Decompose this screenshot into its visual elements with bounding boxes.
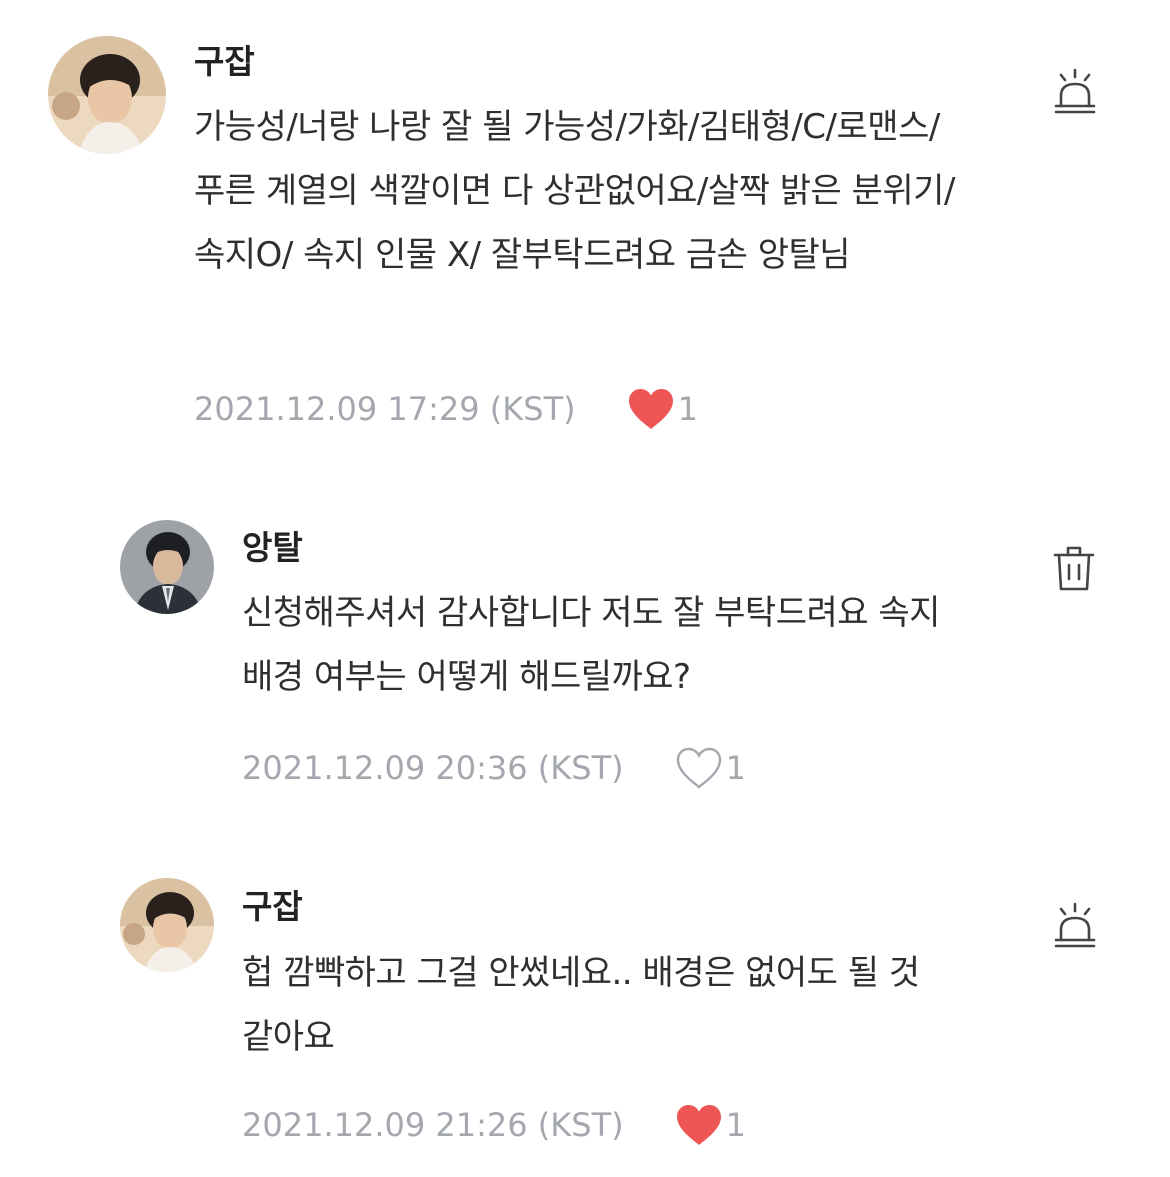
comment-reply-item: 앙탈 신청해주셔서 감사합니다 저도 잘 부탁드려요 속지 배경 여부는 어떻게… [0, 490, 1170, 810]
comment-reply-item: 구잡 헙 깜빡하고 그걸 안썼네요.. 배경은 없어도 될 것 같아요 2021… [0, 850, 1170, 1170]
comment-timestamp: 2021.12.09 21:26 (KST) [242, 1106, 624, 1144]
like-button[interactable]: 1 [674, 1103, 746, 1147]
like-count: 1 [725, 749, 746, 787]
comment-text: 신청해주셔서 감사합니다 저도 잘 부탁드려요 속지 배경 여부는 어떻게 해드… [242, 593, 940, 697]
siren-report-icon[interactable] [1052, 902, 1098, 950]
avatar[interactable] [120, 878, 214, 972]
like-count: 1 [677, 390, 698, 428]
heart-filled-icon [674, 1103, 724, 1147]
heart-filled-icon [626, 387, 676, 431]
comment-meta: 2021.12.09 17:29 (KST) 1 [194, 386, 698, 432]
comment-timestamp: 2021.12.09 20:36 (KST) [242, 749, 624, 787]
trash-icon[interactable] [1052, 544, 1096, 592]
heart-outline-icon [674, 746, 724, 790]
comment-item: 구잡 가능성/너랑 나랑 잘 될 가능성/가화/김태형/C/로맨스/푸른 계열의… [0, 0, 1170, 450]
comment-meta: 2021.12.09 21:26 (KST) 1 [242, 1102, 746, 1148]
siren-report-icon[interactable] [1052, 68, 1098, 116]
comment-author[interactable]: 구잡 [194, 35, 255, 83]
like-button[interactable]: 1 [674, 746, 746, 790]
comment-timestamp: 2021.12.09 17:29 (KST) [194, 390, 576, 428]
comment-text: 가능성/너랑 나랑 잘 될 가능성/가화/김태형/C/로맨스/푸른 계열의 색깔… [194, 107, 955, 275]
comment-meta: 2021.12.09 20:36 (KST) 1 [242, 745, 746, 791]
avatar[interactable] [120, 520, 214, 614]
comment-text: 헙 깜빡하고 그걸 안썼네요.. 배경은 없어도 될 것 같아요 [242, 953, 920, 1057]
avatar[interactable] [48, 36, 166, 154]
like-button[interactable]: 1 [626, 387, 698, 431]
like-count: 1 [725, 1106, 746, 1144]
comment-author[interactable]: 구잡 [242, 880, 303, 928]
comment-author[interactable]: 앙탈 [242, 521, 303, 569]
